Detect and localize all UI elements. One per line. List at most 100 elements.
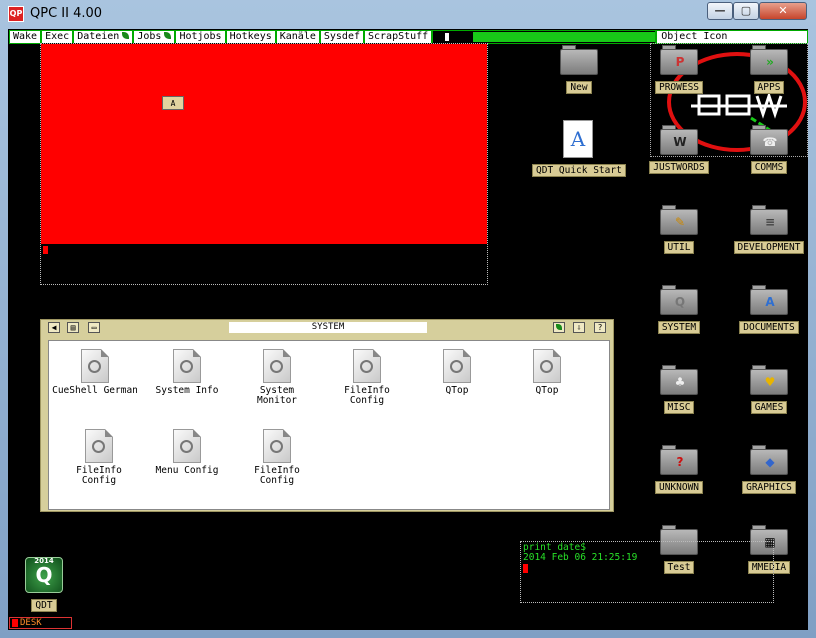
desk-button[interactable]: DESK [9, 617, 72, 629]
file-label: System Monitor [256, 385, 298, 406]
system-folder-window[interactable]: ◀ ▤ ▭ SYSTEM ⇩ ? CueShell German System … [40, 319, 614, 512]
minimize-button[interactable]: — [707, 2, 733, 20]
desktop-icon-label: JUSTWORDS [649, 161, 709, 174]
title-bar[interactable]: QP QPC II 4.00 — ▢ ✕ [0, 0, 816, 28]
top-menu-bar: Wake Exec Dateien Jobs Hotjobs Hotkeys K… [9, 30, 808, 44]
console-output: 2014 Feb 06 21:25:19 [523, 552, 638, 563]
misc-icon: ♣ [660, 365, 698, 395]
file-label: FileInfo Config [76, 465, 122, 486]
qpc-app-icon[interactable]: QP [8, 6, 24, 22]
parent-folder-icon[interactable]: ▭ [88, 322, 100, 333]
folder-glyph: P [675, 55, 685, 69]
unknown-icon: ? [660, 445, 698, 475]
menu-exec[interactable]: Exec [42, 31, 75, 43]
qdt-file-icon [81, 349, 109, 383]
menu-dateien-label: Dateien [77, 31, 120, 42]
text-cursor [43, 246, 48, 254]
file-icon[interactable]: Menu Config [141, 429, 233, 476]
file-label: FileInfo Config [344, 385, 390, 406]
file-icon[interactable]: QTop [411, 349, 503, 396]
desktop-icon-label: MISC [663, 401, 695, 414]
qdos-desktop[interactable]: Wake Exec Dateien Jobs Hotjobs Hotkeys K… [8, 29, 808, 630]
desktop-icon-new[interactable]: New [539, 45, 619, 94]
object-icon[interactable]: A [162, 96, 184, 110]
desktop-icon-label: DOCUMENTS [739, 321, 799, 334]
file-label: FileInfo Config [254, 465, 300, 486]
qdt-file-icon [353, 349, 381, 383]
desk-icon [12, 618, 18, 627]
qdt-file-icon [443, 349, 471, 383]
close-button[interactable]: ✕ [759, 2, 807, 20]
cpu-load-fill [473, 32, 656, 42]
red-canvas[interactable]: A [41, 44, 487, 244]
desktop-folder-unknown[interactable]: ? UNKNOWN [639, 445, 719, 494]
file-label: QTop [445, 385, 469, 396]
leaf-icon [122, 32, 130, 39]
sbasic-console[interactable]: print date$ 2014 Feb 06 21:25:19 [520, 541, 774, 603]
help-icon[interactable]: ? [594, 322, 606, 333]
desktop-icon-label: APPS [753, 81, 785, 94]
folder-glyph: ? [676, 455, 684, 469]
desktop-folder-development[interactable]: ≡ DEVELOPMENT [729, 205, 808, 254]
desktop-folder-graphics[interactable]: ◆ GRAPHICS [729, 445, 808, 494]
file-icon[interactable]: System Monitor [231, 349, 323, 406]
menu-dateien[interactable]: Dateien [74, 31, 135, 43]
menu-kanaele[interactable]: Kanäle [277, 31, 321, 43]
menu-jobs[interactable]: Jobs [134, 31, 177, 43]
file-icon[interactable]: CueShell German [49, 349, 141, 396]
move-down-icon[interactable]: ⇩ [573, 322, 585, 333]
qdt-file-icon [85, 429, 113, 463]
text-cursor [523, 564, 528, 573]
menu-jobs-label: Jobs [137, 31, 162, 42]
menu-hotkeys[interactable]: Hotkeys [227, 31, 277, 43]
desktop-folder-system[interactable]: Q SYSTEM [639, 285, 719, 334]
qdt-file-icon [173, 349, 201, 383]
view-icons-icon[interactable]: ▤ [67, 322, 79, 333]
qpc-window: QP QPC II 4.00 — ▢ ✕ Wake Exec Dateien J… [0, 0, 816, 638]
leaf-icon[interactable] [553, 322, 565, 333]
desktop-icon-label: QDT Quick Start [532, 164, 626, 177]
menu-hotjobs[interactable]: Hotjobs [176, 31, 227, 43]
desktop-folder-misc[interactable]: ♣ MISC [639, 365, 719, 414]
folder-glyph: ≡ [764, 215, 776, 229]
folder-glyph: ✎ [674, 215, 686, 229]
desktop-folder-documents[interactable]: A DOCUMENTS [729, 285, 808, 334]
menu-wake[interactable]: Wake [10, 31, 43, 43]
qdt-year: 2014 [34, 557, 54, 565]
folder-glyph: A [765, 295, 775, 309]
desktop-icon-label: UTIL [663, 241, 695, 254]
back-arrow-icon[interactable]: ◀ [48, 322, 60, 333]
desktop-folder-apps[interactable]: » APPS [729, 45, 808, 94]
file-icon[interactable]: FileInfo Config [53, 429, 145, 486]
menu-scrapstuff[interactable]: ScrapStuff [365, 31, 434, 43]
desktop-folder-prowess[interactable]: P PROWESS [639, 45, 719, 94]
file-label: CueShell German [52, 385, 138, 396]
desktop-icon-qdt[interactable]: 2014 Q QDT [22, 557, 66, 612]
maximize-button[interactable]: ▢ [733, 2, 759, 20]
folder-glyph: ♣ [674, 375, 686, 389]
cpu-load-bar [433, 31, 658, 43]
desktop-icon-qdt-quick-start[interactable]: A QDT Quick Start [532, 120, 626, 177]
menu-sysdef[interactable]: Sysdef [321, 31, 365, 43]
games-icon: ♥ [750, 365, 788, 395]
development-icon: ≡ [750, 205, 788, 235]
object-icon-label: Object Icon [661, 31, 728, 42]
qdt-file-icon [533, 349, 561, 383]
desktop-icon-label: New [566, 81, 592, 94]
desktop-folder-util[interactable]: ✎ UTIL [639, 205, 719, 254]
folder-glyph: ☎ [762, 135, 778, 149]
graphics-icon: ◆ [750, 445, 788, 475]
file-icon[interactable]: FileInfo Config [231, 429, 323, 486]
prowess-icon: P [660, 45, 698, 75]
red-window[interactable]: A [40, 43, 488, 285]
desktop-folder-games[interactable]: ♥ GAMES [729, 365, 808, 414]
document-icon: A [563, 120, 593, 158]
file-icon[interactable]: QTop [501, 349, 593, 396]
desktop-folder-comms[interactable]: ☎ COMMS [729, 125, 808, 174]
desktop-icon-label: PROWESS [654, 81, 704, 94]
folder-glyph: ◆ [765, 455, 775, 469]
file-icon[interactable]: System Info [141, 349, 233, 396]
file-icon[interactable]: FileInfo Config [321, 349, 413, 406]
desktop-icon-label: DEVELOPMENT [733, 241, 805, 254]
desktop-folder-justwords[interactable]: W JUSTWORDS [639, 125, 719, 174]
